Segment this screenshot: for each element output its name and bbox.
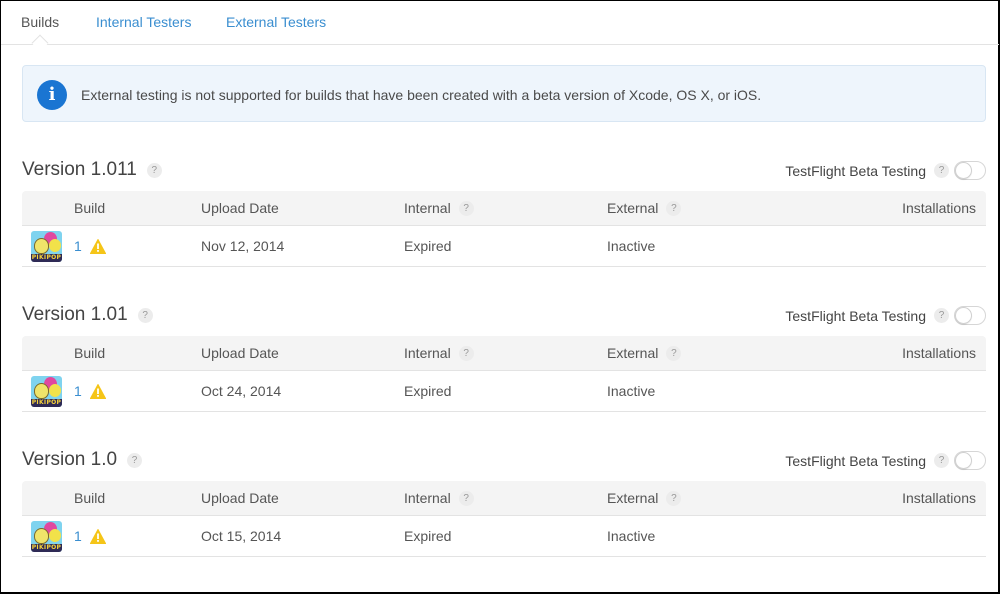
tab-builds[interactable]: Builds [21,14,59,30]
info-icon: i [37,80,67,110]
table-row[interactable]: PIKIPOP 1 Oct 15, 2014 Expired Inactive [22,516,986,557]
column-header-installations: Installations [902,345,976,361]
testflight-label: TestFlight Beta Testing [785,452,926,469]
help-icon[interactable]: ? [934,308,949,323]
column-header-external: External? [607,345,682,361]
version-title: Version 1.0 [22,449,118,470]
info-banner-text: External testing is not supported for bu… [81,87,762,103]
help-icon[interactable]: ? [458,345,474,361]
app-icon: PIKIPOP [31,521,62,552]
testflight-row: TestFlight Beta Testing ? [785,161,986,180]
testflight-label: TestFlight Beta Testing [785,162,926,179]
tab-internal-testers[interactable]: Internal Testers [96,14,191,30]
testflight-row: TestFlight Beta Testing ? [785,451,986,470]
upload-date: Nov 12, 2014 [201,238,285,254]
build-number-link[interactable]: 1 [74,528,82,544]
upload-date: Oct 15, 2014 [201,528,282,544]
version-title: Version 1.01 [22,304,128,325]
external-status: Inactive [607,238,656,254]
testflight-label: TestFlight Beta Testing [785,307,926,324]
active-tab-indicator [31,34,49,52]
builds-table: Build Upload Date Internal? External? In… [22,481,986,557]
help-icon[interactable]: ? [934,453,949,468]
version-section: Version 1.011 ? TestFlight Beta Testing … [22,159,986,279]
build-number-link[interactable]: 1 [74,238,82,254]
toggle-knob [955,307,972,324]
column-header-upload-date: Upload Date [201,490,279,506]
version-section: Version 1.0 ? TestFlight Beta Testing ? … [22,449,986,569]
column-header-internal: Internal? [404,345,474,361]
internal-status: Expired [404,383,452,399]
builds-table: Build Upload Date Internal? External? In… [22,336,986,412]
help-icon[interactable]: ? [146,162,162,178]
toggle-knob [955,452,972,469]
app-icon: PIKIPOP [31,231,62,262]
tab-external-testers[interactable]: External Testers [226,14,326,30]
internal-status: Expired [404,238,452,254]
column-header-internal-label: Internal [404,345,451,361]
help-icon[interactable]: ? [137,307,153,323]
help-icon[interactable]: ? [934,163,949,178]
version-title: Version 1.011 [22,159,137,180]
column-header-upload-date: Upload Date [201,200,279,216]
table-header: Build Upload Date Internal? External? In… [22,191,986,226]
page-frame: Builds Internal Testers External Testers… [0,0,1000,594]
help-icon[interactable]: ? [458,200,474,216]
column-header-external: External? [607,490,682,506]
column-header-external: External? [607,200,682,216]
version-section: Version 1.01 ? TestFlight Beta Testing ?… [22,304,986,424]
column-header-external-label: External [607,200,659,216]
testflight-row: TestFlight Beta Testing ? [785,306,986,325]
help-icon[interactable]: ? [666,490,682,506]
column-header-build: Build [74,200,106,216]
table-header: Build Upload Date Internal? External? In… [22,336,986,371]
column-header-internal-label: Internal [404,200,451,216]
column-header-installations: Installations [902,490,976,506]
testflight-toggle[interactable] [954,451,986,470]
toggle-knob [955,162,972,179]
warning-icon[interactable] [89,383,106,399]
column-header-build: Build [74,490,106,506]
external-status: Inactive [607,528,656,544]
internal-status: Expired [404,528,452,544]
testflight-toggle[interactable] [954,306,986,325]
info-banner: i External testing is not supported for … [22,65,986,122]
column-header-build: Build [74,345,106,361]
table-row[interactable]: PIKIPOP 1 Nov 12, 2014 Expired Inactive [22,226,986,267]
help-icon[interactable]: ? [666,200,682,216]
column-header-external-label: External [607,345,659,361]
help-icon[interactable]: ? [127,452,143,468]
external-status: Inactive [607,383,656,399]
column-header-internal: Internal? [404,490,474,506]
column-header-external-label: External [607,490,659,506]
tab-bar: Builds Internal Testers External Testers [1,1,999,52]
column-header-internal: Internal? [404,200,474,216]
builds-table: Build Upload Date Internal? External? In… [22,191,986,267]
build-number-link[interactable]: 1 [74,383,82,399]
help-icon[interactable]: ? [666,345,682,361]
table-row[interactable]: PIKIPOP 1 Oct 24, 2014 Expired Inactive [22,371,986,412]
column-header-installations: Installations [902,200,976,216]
warning-icon[interactable] [89,238,106,254]
help-icon[interactable]: ? [458,490,474,506]
testflight-toggle[interactable] [954,161,986,180]
upload-date: Oct 24, 2014 [201,383,282,399]
app-icon: PIKIPOP [31,376,62,407]
column-header-upload-date: Upload Date [201,345,279,361]
warning-icon[interactable] [89,528,106,544]
table-header: Build Upload Date Internal? External? In… [22,481,986,516]
column-header-internal-label: Internal [404,490,451,506]
